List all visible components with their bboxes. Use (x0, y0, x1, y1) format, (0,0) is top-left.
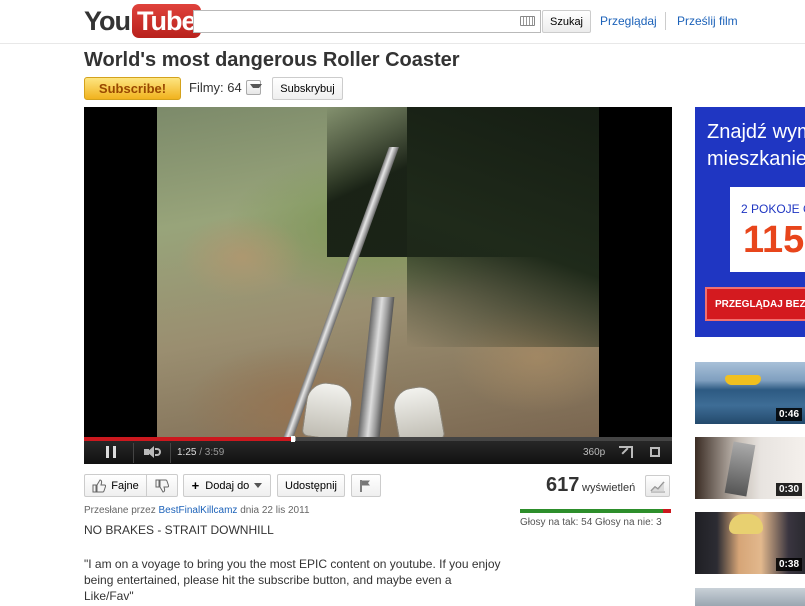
flag-button[interactable] (351, 474, 381, 497)
frame-forest-shadow (407, 107, 599, 347)
like-label: Fajne (111, 479, 139, 492)
browse-link[interactable]: Przeglądaj (600, 14, 657, 28)
progress-scrubber[interactable] (291, 436, 295, 442)
fullscreen-icon[interactable] (648, 445, 662, 459)
related-video-thumbnail[interactable]: 0:30 (695, 437, 805, 499)
related-video-thumbnail[interactable]: 0:46 (695, 362, 805, 424)
uploader-link[interactable]: BestFinalKillcamz (158, 505, 237, 516)
progress-played (84, 437, 293, 441)
search-button[interactable]: Szukaj (542, 10, 591, 33)
upload-link[interactable]: Prześlij film (677, 14, 738, 28)
control-divider (133, 443, 134, 463)
video-duration: 0:38 (775, 558, 802, 571)
pause-icon[interactable] (106, 446, 116, 458)
upload-info: Przesłane przez BestFinalKillcamz dnia 2… (84, 505, 310, 516)
related-video-thumbnail[interactable] (695, 588, 805, 606)
channel-videos-dropdown-icon[interactable] (246, 80, 262, 95)
thumbs-up-icon (92, 478, 107, 492)
share-button[interactable]: Udostępnij (277, 474, 345, 497)
subscribe-button[interactable]: Subscribe! (84, 77, 181, 100)
description-line-2: "I am on a voyage to bring you the most … (84, 557, 501, 603)
like-ratio-bar (520, 509, 671, 513)
description-line-1: NO BRAKES - STRAIT DOWNHILL (84, 523, 274, 537)
view-count-label: wyświetleń (582, 482, 636, 494)
upload-date: dnia 22 lis 2011 (240, 505, 310, 516)
add-to-button[interactable]: + Dodaj do (183, 474, 271, 497)
stats-button[interactable] (645, 475, 670, 497)
add-to-label: Dodaj do (205, 479, 250, 492)
ad-price-card: 2 POKOJE OD 115 (730, 187, 805, 272)
ad-card-price: 115 (743, 219, 805, 261)
nav-divider (665, 12, 666, 30)
related-video-thumbnail[interactable]: 0:38 (695, 512, 805, 574)
search-input[interactable] (194, 11, 514, 32)
time-display: 1:25 / 3:59 (177, 447, 224, 458)
logo-tube: Tube (132, 4, 201, 38)
video-duration: 0:46 (775, 408, 802, 421)
chart-icon (650, 481, 665, 493)
vote-counts: Głosy na tak: 54 Głosy na nie: 3 (520, 517, 662, 528)
frame-coaster-track-near (357, 297, 395, 437)
ad-cta-label: PRZEGLĄDAJ BEZPŁATNIE (715, 299, 805, 310)
control-divider (170, 443, 171, 463)
keyboard-icon[interactable] (520, 16, 535, 26)
channel-video-count: Filmy: 64 (189, 80, 242, 95)
thumbs-down-icon (155, 479, 169, 493)
like-ratio-fill (520, 509, 664, 513)
ad-cta-button[interactable]: PRZEGLĄDAJ BEZPŁATNIE (705, 287, 805, 321)
ad-headline: Znajdź wymarzone mieszkanie (707, 121, 805, 170)
chevron-down-icon (254, 483, 263, 488)
dislike-button[interactable] (146, 474, 178, 497)
plus-icon: + (191, 478, 200, 493)
like-button[interactable]: Fajne (84, 474, 147, 497)
view-count: 617 (546, 474, 580, 496)
video-duration: 0:30 (775, 483, 802, 496)
video-player[interactable]: 1:25 / 3:59 360p (84, 107, 672, 464)
ad-card-label: 2 POKOJE OD (741, 202, 805, 216)
video-frame[interactable] (157, 107, 599, 437)
logo-you: You (84, 6, 131, 36)
masthead: You Tube Szukaj Przeglądaj Prześlij film (0, 0, 805, 44)
search-box[interactable] (193, 10, 541, 33)
sidebar-ad[interactable]: Znajdź wymarzone mieszkanie 2 POKOJE OD … (695, 107, 805, 337)
quality-button[interactable]: 360p (583, 447, 605, 458)
volume-icon[interactable] (144, 446, 164, 458)
duration: / 3:59 (199, 447, 225, 458)
flag-icon (360, 480, 370, 492)
video-title: World's most dangerous Roller Coaster (84, 49, 460, 71)
subskrybuj-button[interactable]: Subskrybuj (272, 77, 343, 100)
current-time: 1:25 (177, 447, 197, 458)
frame-right-shoe (390, 383, 446, 437)
popout-icon[interactable] (619, 446, 633, 458)
uploaded-by-prefix: Przesłane przez (84, 505, 156, 516)
youtube-logo[interactable]: You Tube (84, 3, 201, 39)
